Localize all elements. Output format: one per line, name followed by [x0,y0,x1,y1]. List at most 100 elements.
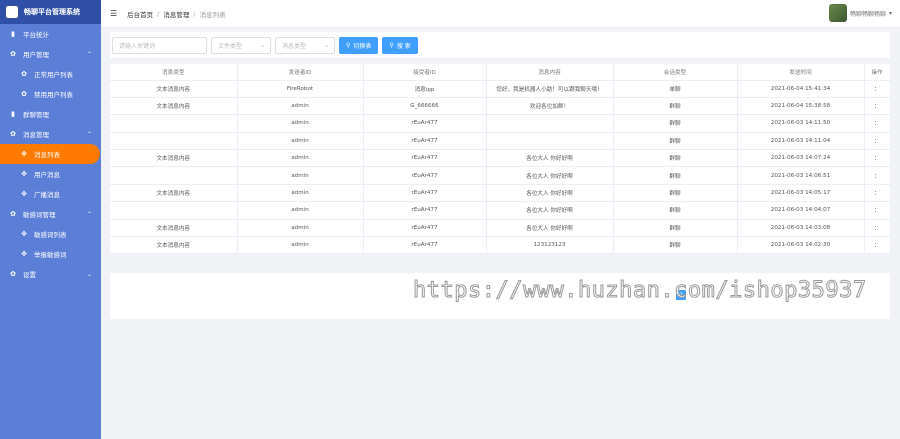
sidebar-item-label: 敏感词管理 [23,211,56,219]
column-header: 消息内容 [486,64,614,81]
grid-icon: ✥ [21,250,27,258]
table-cell: 2021-06-04 15:38:58 [737,97,865,116]
message-type-placeholder: 消息类型 [282,42,307,50]
sidebar-item[interactable]: ✥ 消息列表 [0,144,100,164]
column-header: 发送时间 [737,64,865,81]
brand-title: 畅聊平台管理系统 [24,8,80,16]
sidebar-item-label: 正常用户列表 [34,71,73,79]
table-body: 文本消息内容 FireRobot 消息ipp 您好，我是机器人小助！可以跟我聊天哦！单… [110,80,891,255]
chart-icon: ▮ [11,110,15,118]
table-row: 文本消息内容 FireRobot 消息ipp 您好，我是机器人小助！可以跟我聊天哦！单… [110,80,891,98]
breadcrumb-separator: / [157,9,160,18]
sidebar-item[interactable]: ▮ 平台统计 [0,24,101,44]
row-actions-icon[interactable]: ： [864,97,891,116]
keyword-input[interactable]: 请输入关键词 [112,36,207,54]
table-row: 文本消息内容 admin rEuAr477 各位大人 你好好啊 群聊 2021-06-03… [110,149,891,168]
user-menu[interactable]: 畅聊畅聊畅聊 ▾ [828,4,892,22]
table-cell: rEuAr477 [363,236,487,255]
chevron-up-icon: ⌃ [86,210,92,218]
brand[interactable]: 畅聊平台管理系统 [0,0,101,24]
sidebar: 畅聊平台管理系统 ▮ 平台统计 ✿ 用户管理 ⌃ ✿ 正常用户列表 ✿ 禁用用户列表 ▮ 群聊管理 ✿… [0,0,101,439]
switch-table-label: 切换表 [353,42,372,50]
breadcrumb-home[interactable]: 后台首页 [127,9,153,19]
table-row: admin rEuAr477 群聊 2021-06-03 14:11:50： [110,114,891,133]
search-button[interactable]: ⚲ 搜 索 [382,36,418,54]
table-cell: 各位大人 你好好啊 [486,149,614,168]
table-cell: 群聊 [613,219,738,238]
table-cell: 消息ipp [363,80,487,98]
username[interactable]: 畅聊畅聊畅聊 [850,9,886,18]
table-cell: rEuAr477 [363,184,487,203]
search-icon: ⚲ [389,41,394,49]
gear-icon: ✿ [10,270,16,278]
row-actions-icon[interactable]: ： [864,219,891,238]
message-type-select[interactable]: 消息类型 ⌄ [275,36,335,54]
row-actions-icon[interactable]: ： [864,132,891,151]
sidebar-item-label: 设置 [23,271,36,279]
breadcrumb-message-management[interactable]: 消息管理 [163,9,189,19]
sidebar-item[interactable]: ✿ 用户管理 ⌃ [0,44,101,64]
chart-icon: ▮ [11,30,15,38]
sidebar-menu: ▮ 平台统计 ✿ 用户管理 ⌃ ✿ 正常用户列表 ✿ 禁用用户列表 ▮ 群聊管理 ✿ 消息管理 ⌃ ✥ 消息列… [0,24,101,284]
sidebar-item[interactable]: ✿ 设置 ⌄ [0,264,101,284]
gear-icon: ✿ [21,90,27,98]
table-cell: rEuAr477 [363,201,487,220]
sidebar-item[interactable]: ✿ 禁用用户列表 [0,84,101,104]
grid-icon: ✥ [21,190,27,198]
table-cell: admin [237,166,364,185]
column-header: 接受者ID [363,64,487,81]
chevron-down-icon: ⌄ [323,41,329,49]
table-cell: 2021-06-03 14:03:08 [737,219,865,238]
sidebar-item[interactable]: ✥ 用户消息 [0,164,101,184]
file-type-select[interactable]: 文件类型 ⌄ [211,36,271,54]
table-row: 文本消息内容 admin rEuAr477 各位大人 你好好啊 群聊 2021-06-03… [110,219,891,238]
row-actions-icon[interactable]: ： [864,166,891,185]
table-cell [486,114,614,133]
table-cell: admin [237,149,364,168]
table-cell: 群聊 [613,149,738,168]
sidebar-item[interactable]: ✥ 敏感词列表 [0,224,101,244]
table-cell: 2021-06-03 14:11:04 [737,132,865,151]
column-header: 消息类型 [110,64,238,81]
row-actions-icon[interactable]: ： [864,149,891,168]
table-cell: 2021-06-03 14:04:07 [737,201,865,220]
table-cell: 2021-06-03 14:05:17 [737,184,865,203]
column-header: 操作 [864,64,891,81]
table-cell: 群聊 [613,201,738,220]
table-cell: 各位大人 你好好啊 [486,184,614,203]
row-actions-icon[interactable]: ： [864,201,891,220]
table-cell: 群聊 [613,132,738,151]
sidebar-item[interactable]: ✥ 举报敏感词 [0,244,101,264]
row-actions-icon[interactable]: ： [864,184,891,203]
sidebar-item[interactable]: ▮ 群聊管理 [0,104,101,124]
menu-fold-icon[interactable]: ☰ [110,9,117,18]
sidebar-item[interactable]: ✿ 消息管理 ⌃ [0,124,101,144]
avatar[interactable] [828,4,847,22]
table-cell: admin [237,236,364,255]
sidebar-item-label: 消息列表 [34,151,60,159]
gear-icon: ✿ [10,130,16,138]
filter-bar: 请输入关键词 文件类型 ⌄ 消息类型 ⌄ ⚲ 切换表 ⚲ 搜 索 [110,32,890,58]
logo-icon [6,6,18,18]
table-row: admin rEuAr477 群聊 2021-06-03 14:11:04： [110,132,891,151]
table-row: 文本消息内容 admin G_666666 欢迎各位加群！ 群聊 2021-06-04 1… [110,97,891,116]
row-actions-icon[interactable]: ： [864,114,891,133]
chevron-down-icon: ⌄ [86,270,92,278]
table-cell: 您好，我是机器人小助！可以跟我聊天哦！ [486,80,614,98]
table-cell: 2021-06-03 14:11:50 [737,114,865,133]
table-cell: admin [237,219,364,238]
sidebar-item[interactable]: ✥ 广播消息 [0,184,101,204]
table-cell [110,132,238,151]
main-content: 请输入关键词 文件类型 ⌄ 消息类型 ⌄ ⚲ 切换表 ⚲ 搜 索 消息类型 发送者… [110,32,891,320]
table-row: admin rEuAr477 各位大人 你好好啊 群聊 2021-06-03 14:04… [110,201,891,220]
sidebar-item[interactable]: ✿ 正常用户列表 [0,64,101,84]
sidebar-item[interactable]: ✿ 敏感词管理 ⌃ [0,204,101,224]
chevron-down-icon[interactable]: ▾ [889,10,892,17]
sidebar-item-label: 消息管理 [23,131,49,139]
watermark: https://www.huzhan.com/ishop35937 [413,278,867,304]
switch-table-button[interactable]: ⚲ 切换表 [339,36,379,54]
gear-icon: ✿ [10,50,16,58]
row-actions-icon[interactable]: ： [864,80,891,98]
sidebar-item-label: 用户消息 [34,171,60,179]
row-actions-icon[interactable]: ： [864,236,891,255]
